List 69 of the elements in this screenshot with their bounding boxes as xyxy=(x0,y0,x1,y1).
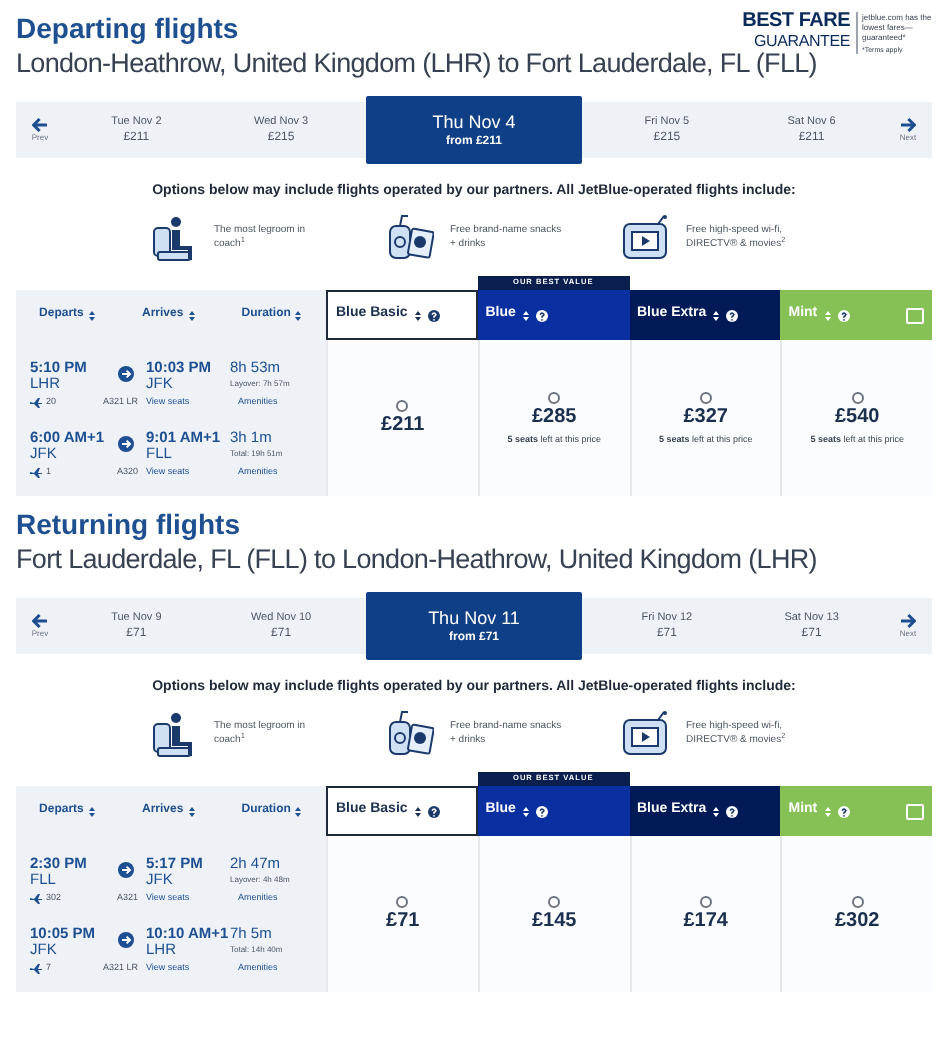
radio-button[interactable] xyxy=(699,391,712,403)
fare-price: £211 xyxy=(381,411,425,437)
fare-price: £145 xyxy=(532,907,577,933)
help-icon xyxy=(535,805,548,817)
compare-checkbox[interactable] xyxy=(906,803,924,819)
route-text: Fort Lauderdale, FL (FLL) to London-Heathrow, United Kingdom (LHR) xyxy=(16,542,817,578)
sort-icon xyxy=(823,805,832,817)
sort-icon xyxy=(87,309,96,321)
help-icon xyxy=(837,805,850,817)
arrow-circle-icon xyxy=(118,862,134,879)
radio-button[interactable] xyxy=(548,391,561,403)
arrow-circle-icon xyxy=(118,932,134,949)
guarantee-title: BEST FARE xyxy=(742,12,850,32)
sort-icon xyxy=(187,309,196,321)
radio-button[interactable] xyxy=(396,895,409,907)
fare-cell[interactable]: £71 xyxy=(326,836,478,992)
fare-price: £285 xyxy=(532,403,577,429)
section-title: Returning flights xyxy=(16,506,240,542)
radio-button[interactable] xyxy=(548,895,561,907)
arrow-circle-icon xyxy=(118,436,134,453)
left-arrow-icon xyxy=(32,613,48,627)
help-icon xyxy=(427,309,440,321)
sort-icon xyxy=(712,309,721,321)
fare-price: £540 xyxy=(835,403,880,429)
sort-icon xyxy=(823,309,832,321)
fare-cell[interactable]: £145 xyxy=(477,836,629,992)
help-icon xyxy=(726,805,739,817)
help-icon xyxy=(427,805,440,817)
fare-price: £174 xyxy=(683,907,728,933)
fare-cell[interactable]: £174 xyxy=(629,836,781,992)
plane-icon xyxy=(30,963,42,973)
help-icon xyxy=(726,309,739,321)
sort-icon xyxy=(712,805,721,817)
help-icon xyxy=(535,309,548,321)
radio-button[interactable] xyxy=(396,399,409,411)
radio-button[interactable] xyxy=(851,895,864,907)
sort-icon xyxy=(187,805,196,817)
section-title: Departing flights xyxy=(16,10,239,46)
fare-price: £302 xyxy=(835,907,880,933)
tv-icon xyxy=(622,214,670,262)
plane-icon xyxy=(30,467,42,477)
right-arrow-icon xyxy=(899,613,916,627)
sort-icon xyxy=(294,805,303,817)
plane-icon xyxy=(30,397,42,407)
sort-icon xyxy=(521,309,530,321)
fare-cell[interactable]: £302 xyxy=(780,836,932,992)
sort-icon xyxy=(521,805,530,817)
fare-cell[interactable]: £211 xyxy=(326,340,478,496)
drink-and-snack-icon xyxy=(386,710,434,758)
compare-checkbox[interactable] xyxy=(906,307,924,323)
seat-icon xyxy=(150,214,198,262)
arrow-circle-icon xyxy=(118,366,134,383)
seat-icon xyxy=(150,710,198,758)
sort-icon xyxy=(87,805,96,817)
help-icon xyxy=(837,309,850,321)
route-text: London-Heathrow, United Kingdom (LHR) to Fort Lauderdale, FL (FLL) xyxy=(16,47,817,82)
tv-icon xyxy=(622,710,670,758)
sort-icon xyxy=(413,805,422,817)
drink-and-snack-icon xyxy=(386,214,434,262)
left-arrow-icon xyxy=(32,117,48,131)
fare-price: £71 xyxy=(386,907,420,933)
fare-price: £327 xyxy=(683,403,728,429)
plane-icon xyxy=(30,893,42,903)
sort-icon xyxy=(294,309,303,321)
guarantee-subtitle: GUARANTEE xyxy=(754,34,850,50)
radio-button[interactable] xyxy=(851,391,864,403)
radio-button[interactable] xyxy=(699,895,712,907)
right-arrow-icon xyxy=(899,117,916,131)
sort-icon xyxy=(413,309,422,321)
